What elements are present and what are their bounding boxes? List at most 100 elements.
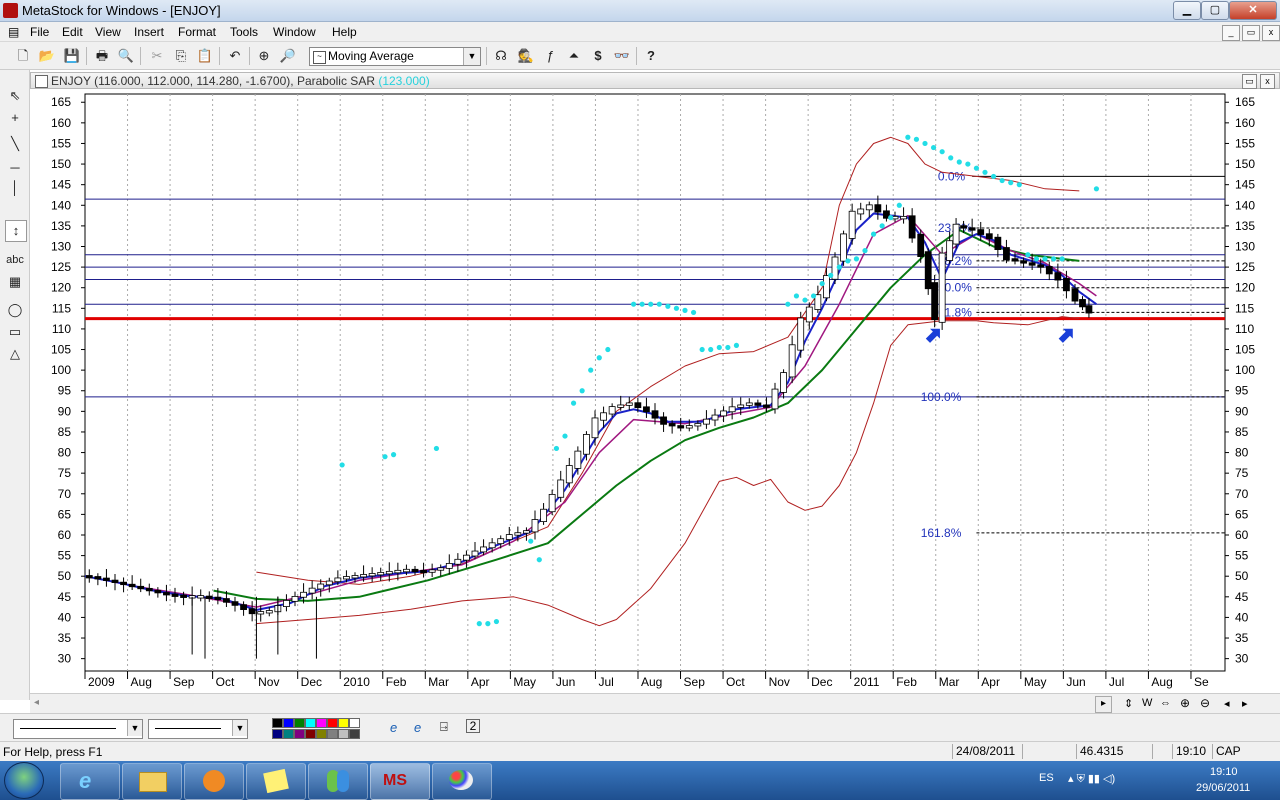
- open-icon[interactable]: 📂: [38, 47, 56, 65]
- color-swatch[interactable]: [283, 718, 294, 728]
- crosshair-tool-icon[interactable]: +: [5, 108, 25, 128]
- dollar-icon[interactable]: $: [589, 47, 607, 65]
- document-icon[interactable]: ▤: [8, 25, 19, 39]
- undo-icon[interactable]: ↶: [226, 47, 244, 65]
- menu-file[interactable]: File: [30, 25, 49, 39]
- window-icon[interactable]: ⍈: [440, 719, 448, 735]
- ellipse-icon[interactable]: ◯: [5, 300, 25, 320]
- ie-icon[interactable]: e: [60, 763, 120, 800]
- week-icon[interactable]: W: [1142, 697, 1152, 709]
- clock-time[interactable]: 19:10: [1210, 766, 1238, 778]
- mdi-minimize-button[interactable]: _: [1222, 25, 1240, 41]
- color-swatch[interactable]: [283, 729, 294, 739]
- scroll-forward-icon[interactable]: ▸: [1242, 697, 1248, 710]
- metastock-icon[interactable]: [3, 3, 18, 18]
- zoom-in-icon[interactable]: ⊕: [1180, 696, 1190, 710]
- metastock-icon[interactable]: MS: [370, 763, 430, 800]
- messenger-icon[interactable]: [308, 763, 368, 800]
- trendline-icon[interactable]: ╲: [5, 134, 25, 154]
- folder-icon[interactable]: [122, 763, 182, 800]
- color-swatch[interactable]: [294, 729, 305, 739]
- color-swatch[interactable]: [338, 718, 349, 728]
- scroll-right-icon[interactable]: ▸: [1095, 696, 1112, 713]
- price-chart[interactable]: 0.0%23.6%38.2%50.0%61.8%100.0%161.8% 200…: [30, 89, 1280, 693]
- cut-icon[interactable]: ✂: [148, 47, 166, 65]
- tray-icons[interactable]: ▴ ⛨ ▮▮ ◁): [1068, 772, 1115, 786]
- vertical-line-icon[interactable]: │: [5, 178, 25, 198]
- color-swatch[interactable]: [316, 729, 327, 739]
- fibonacci-icon[interactable]: ↕: [5, 220, 27, 242]
- grid-icon[interactable]: ▦: [5, 272, 25, 292]
- system-tester-icon[interactable]: ⏶: [565, 47, 583, 65]
- maximize-button[interactable]: ▢: [1201, 1, 1229, 20]
- ie-icon[interactable]: e: [414, 720, 421, 735]
- menu-format[interactable]: Format: [178, 25, 216, 39]
- mdi-restore-button[interactable]: ▭: [1242, 25, 1260, 41]
- zoom-icon[interactable]: 🔎: [279, 47, 297, 65]
- zoom-horizontal-icon[interactable]: ⇔: [1160, 697, 1171, 709]
- color-swatch[interactable]: [316, 718, 327, 728]
- rectangle-icon[interactable]: ▭: [5, 322, 25, 342]
- chevron-down-icon[interactable]: ▼: [232, 720, 247, 736]
- explorer-icon[interactable]: 🕵: [517, 47, 535, 65]
- paint-icon[interactable]: [432, 763, 492, 800]
- notes-icon[interactable]: [246, 763, 306, 800]
- indicator-select[interactable]: ~ Moving Average ▼: [309, 47, 481, 66]
- media-icon[interactable]: [184, 763, 244, 800]
- copy-icon[interactable]: ⎘: [172, 47, 190, 65]
- color-swatch[interactable]: [349, 729, 360, 739]
- clock-date[interactable]: 29/06/2011: [1196, 782, 1250, 794]
- color-swatch[interactable]: [327, 718, 338, 728]
- menu-window[interactable]: Window: [273, 25, 316, 39]
- zoom-vertical-icon[interactable]: ⇕: [1124, 697, 1133, 710]
- line-weight-select[interactable]: ▼: [148, 719, 248, 739]
- color-palette[interactable]: [272, 718, 362, 740]
- candle-body: [780, 372, 787, 393]
- horizontal-scrollbar[interactable]: ◂ ▸ ⇕ W ⇔ ⊕ ⊖ ◂ ▸: [30, 693, 1280, 713]
- save-icon[interactable]: 💾: [63, 47, 81, 65]
- color-swatch[interactable]: [305, 729, 316, 739]
- menu-help[interactable]: Help: [332, 25, 357, 39]
- color-swatch[interactable]: [349, 718, 360, 728]
- close-button[interactable]: ✕: [1229, 1, 1277, 20]
- chevron-down-icon[interactable]: ▼: [127, 720, 142, 736]
- crosshair-icon[interactable]: ⊕: [255, 47, 273, 65]
- color-swatch[interactable]: [305, 718, 316, 728]
- binoculars-icon[interactable]: 👓: [613, 47, 631, 65]
- minimize-button[interactable]: ▁: [1173, 1, 1201, 20]
- mdi-close-button[interactable]: x: [1262, 25, 1280, 41]
- language-indicator[interactable]: ES: [1039, 772, 1054, 784]
- expert-advisor-icon[interactable]: ☊: [492, 47, 510, 65]
- chart-restore-button[interactable]: ▭: [1242, 74, 1257, 89]
- color-swatch[interactable]: [338, 729, 349, 739]
- style-toolbar: ▼ ▼ e e ⍈ 2: [0, 713, 1280, 741]
- scroll-back-icon[interactable]: ◂: [1224, 697, 1230, 710]
- color-swatch[interactable]: [272, 718, 283, 728]
- scroll-left-icon[interactable]: ◂: [34, 697, 39, 708]
- new-icon[interactable]: 🗋: [14, 47, 32, 65]
- start-button[interactable]: [4, 762, 44, 799]
- color-swatch[interactable]: [294, 718, 305, 728]
- color-swatch[interactable]: [327, 729, 338, 739]
- menu-tools[interactable]: Tools: [230, 25, 258, 39]
- menu-insert[interactable]: Insert: [134, 25, 164, 39]
- text-tool-icon[interactable]: abc: [5, 250, 25, 270]
- horizontal-line-icon[interactable]: ─: [5, 158, 25, 178]
- chevron-down-icon[interactable]: ▼: [463, 48, 480, 65]
- color-swatch[interactable]: [272, 729, 283, 739]
- zoom-out-icon[interactable]: ⊖: [1200, 696, 1210, 710]
- paste-icon[interactable]: 📋: [196, 47, 214, 65]
- second-window-icon[interactable]: 2: [466, 719, 480, 733]
- pointer-icon[interactable]: ⇖: [5, 86, 25, 106]
- ie-icon[interactable]: e: [390, 720, 397, 735]
- triangle-icon[interactable]: △: [5, 344, 25, 364]
- help-pointer-icon[interactable]: ?: [642, 47, 660, 65]
- menu-view[interactable]: View: [95, 25, 121, 39]
- line-style-select[interactable]: ▼: [13, 719, 143, 739]
- indicator-builder-icon[interactable]: ƒ: [541, 47, 559, 65]
- print-icon[interactable]: 🖶: [93, 47, 111, 65]
- menu-edit[interactable]: Edit: [62, 25, 83, 39]
- print-preview-icon[interactable]: 🔍: [117, 47, 135, 65]
- y-tick-label: 120: [1235, 281, 1255, 295]
- chart-close-button[interactable]: x: [1260, 74, 1275, 89]
